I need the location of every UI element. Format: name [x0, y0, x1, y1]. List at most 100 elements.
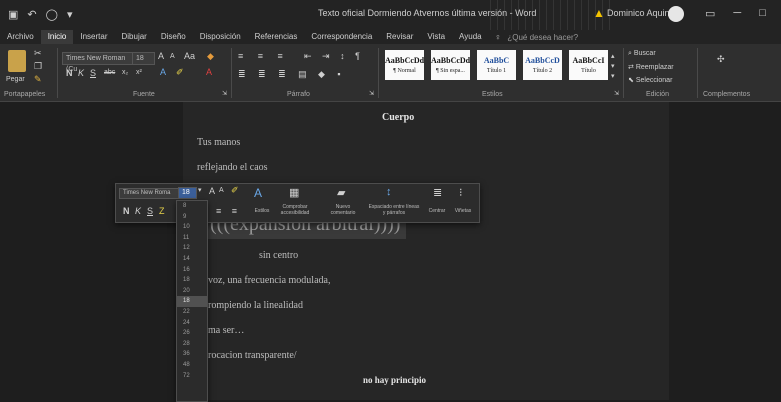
center-icon[interactable]: ≣	[433, 186, 442, 199]
mini-format-painter-icon[interactable]: ✐	[231, 185, 239, 196]
size-option[interactable]: 18	[177, 275, 207, 286]
mini-styles-button[interactable]: Estilos	[251, 208, 273, 214]
cut-icon[interactable]: ✂	[34, 48, 42, 59]
format-painter-icon[interactable]: ✎	[34, 74, 42, 85]
mini-bullets-button[interactable]: Viñetas	[450, 208, 476, 214]
size-option[interactable]: 11	[177, 233, 207, 244]
avatar[interactable]	[668, 6, 684, 22]
copy-icon[interactable]: ❐	[34, 61, 42, 72]
change-case-icon[interactable]: Aa	[184, 51, 195, 61]
chevron-down-icon[interactable]: ▾	[198, 186, 202, 194]
size-option[interactable]: 72	[177, 371, 207, 382]
addins-icon[interactable]: ✣	[717, 54, 725, 65]
tab-dibujar[interactable]: Dibujar	[115, 30, 154, 44]
mini-bold-button[interactable]: N	[123, 206, 130, 216]
warning-icon[interactable]: ▲	[593, 6, 605, 20]
size-option[interactable]: 14	[177, 254, 207, 265]
replace-button[interactable]: ⇄ Reemplazar	[628, 63, 674, 71]
size-option[interactable]: 9	[177, 212, 207, 223]
size-option[interactable]: 36	[177, 349, 207, 360]
font-size-dropdown[interactable]: 8 9 10 11 12 14 16 18 20 18 22 24 26 28 …	[176, 200, 208, 402]
text-effects-icon[interactable]: A	[160, 67, 166, 77]
size-option[interactable]: 20	[177, 286, 207, 297]
tell-me-input[interactable]: ¿Qué desea hacer?	[507, 33, 578, 42]
mini-accessibility-button[interactable]: Comprobar accesibilidad	[278, 204, 312, 216]
tab-revisar[interactable]: Revisar	[379, 30, 420, 44]
italic-button[interactable]: K	[78, 68, 84, 78]
size-option[interactable]: 22	[177, 307, 207, 318]
style-no-spacing[interactable]: AaBbCcDd ¶ Sin espa...	[431, 50, 470, 80]
size-option[interactable]: 8	[177, 201, 207, 212]
tab-archivo[interactable]: Archivo	[0, 30, 41, 44]
tab-inicio[interactable]: Inicio	[40, 30, 74, 44]
font-name-field[interactable]: Times New Roman (Cu	[62, 52, 133, 73]
style-heading-1[interactable]: AaBbC Título 1	[477, 50, 516, 80]
find-button[interactable]: ⌕ Buscar	[628, 50, 656, 58]
styles-dialog-icon[interactable]: ⇲	[614, 90, 619, 97]
clear-format-icon[interactable]: ◆	[207, 51, 214, 62]
save-icon[interactable]: ▣	[8, 9, 18, 21]
subscript-button[interactable]: x₂	[122, 69, 128, 76]
list-buttons[interactable]: ≡ ≡ ≡	[238, 51, 289, 61]
user-name[interactable]: Dominico Aquino	[607, 8, 675, 18]
tab-ayuda[interactable]: Ayuda	[452, 30, 489, 44]
tab-diseno[interactable]: Diseño	[154, 30, 193, 44]
tab-referencias[interactable]: Referencias	[248, 30, 305, 44]
shrink-font-icon[interactable]: A	[170, 53, 175, 60]
paste-icon[interactable]	[8, 50, 26, 72]
font-size-field[interactable]: 18	[132, 52, 155, 65]
size-option[interactable]: 12	[177, 243, 207, 254]
bullets-icon[interactable]: ⁝	[459, 186, 463, 199]
bold-button[interactable]: N	[66, 68, 73, 78]
tab-correspondencia[interactable]: Correspondencia	[304, 30, 379, 44]
alignment-buttons[interactable]: ≣ ≣ ≣ ▤	[238, 69, 312, 80]
superscript-button[interactable]: x²	[136, 69, 142, 76]
font-dialog-icon[interactable]: ⇲	[222, 90, 227, 97]
tab-disposicion[interactable]: Disposición	[193, 30, 248, 44]
accessibility-icon[interactable]: ▦	[289, 186, 299, 199]
highlight-icon[interactable]: ✐	[176, 67, 184, 78]
customize-icon[interactable]: ▾	[67, 9, 73, 21]
size-option[interactable]: 48	[177, 360, 207, 371]
mini-font-name-field[interactable]: Times New Roma	[119, 188, 179, 199]
mini-new-comment-button[interactable]: Nuevo comentario	[326, 204, 360, 216]
redo-icon[interactable]: ◯	[46, 9, 58, 21]
mini-center-button[interactable]: Centrar	[424, 208, 450, 214]
paste-button[interactable]: Pegar	[6, 76, 25, 83]
mini-highlight-button[interactable]: Z	[159, 206, 165, 216]
minimize-icon[interactable]: ─	[733, 7, 741, 20]
mini-font-size-field[interactable]: 18	[178, 187, 197, 199]
style-title[interactable]: AaBbCcI Título	[569, 50, 608, 80]
tab-vista[interactable]: Vista	[420, 30, 452, 44]
font-color-icon[interactable]: A	[206, 67, 212, 77]
shading-buttons[interactable]: ◆ ▪	[318, 69, 346, 80]
grow-font-icon[interactable]: A	[158, 51, 164, 61]
styles-icon[interactable]: A	[254, 186, 262, 200]
undo-icon[interactable]: ↶	[27, 9, 36, 21]
size-option[interactable]: 24	[177, 318, 207, 329]
mini-underline-button[interactable]: S	[147, 206, 153, 216]
style-heading-2[interactable]: AaBbCcD Título 2	[523, 50, 562, 80]
indent-buttons[interactable]: ⇤ ⇥ ↕ ¶	[304, 51, 364, 62]
mini-italic-button[interactable]: K	[135, 206, 141, 216]
size-option-selected[interactable]: 18	[177, 296, 207, 307]
paragraph-dialog-icon[interactable]: ⇲	[369, 90, 374, 97]
styles-scroll-icon[interactable]: ▴ ▾ ▾	[611, 52, 615, 82]
spacing-icon[interactable]: ↕	[386, 186, 392, 198]
select-button[interactable]: ⬉ Seleccionar	[628, 76, 672, 84]
mini-shrink-font-icon[interactable]: A	[219, 187, 224, 194]
size-option[interactable]: 26	[177, 328, 207, 339]
maximize-icon[interactable]: □	[759, 7, 766, 20]
strikethrough-button[interactable]: abc	[104, 69, 115, 76]
size-option[interactable]: 16	[177, 265, 207, 276]
size-option[interactable]: 10	[177, 222, 207, 233]
ribbon-display-icon[interactable]: ▭	[705, 7, 715, 20]
tab-insertar[interactable]: Insertar	[73, 30, 114, 44]
mini-spacing-button[interactable]: Espaciado entre líneas y párrafos	[368, 204, 420, 216]
style-normal[interactable]: AaBbCcDd ¶ Normal	[385, 50, 424, 80]
comment-icon[interactable]: ▰	[337, 186, 345, 199]
size-option[interactable]: 28	[177, 339, 207, 350]
mini-grow-font-icon[interactable]: A	[209, 186, 215, 196]
underline-button[interactable]: S	[90, 68, 96, 78]
mini-list-icons[interactable]: ≡ ≡	[216, 206, 241, 216]
